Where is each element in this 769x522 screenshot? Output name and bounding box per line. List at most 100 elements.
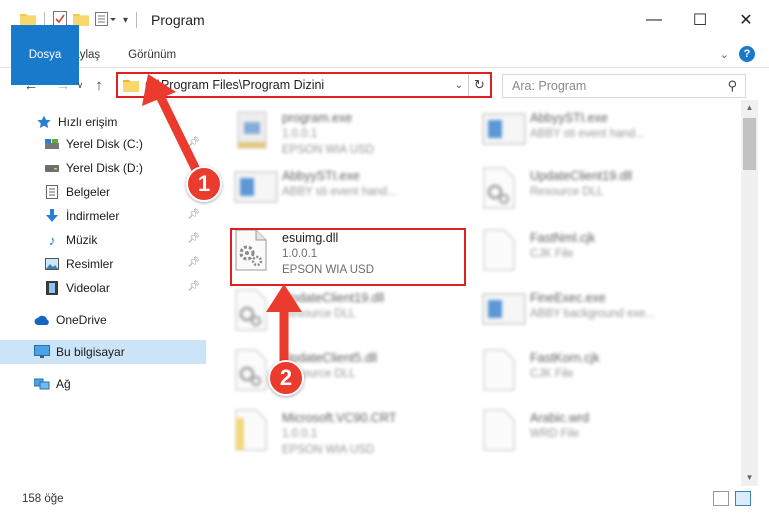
- sidebar-item-videos[interactable]: Videolar 📌︎: [0, 276, 206, 300]
- file-item[interactable]: UpdateClient5.dll Resource DLL: [212, 342, 452, 402]
- sidebar-item-quick-access[interactable]: Hızlı erişim: [0, 110, 206, 134]
- document-icon: [482, 408, 522, 456]
- sidebar-item-network[interactable]: Ağ: [0, 372, 206, 396]
- sidebar-item-label: Yerel Disk (D:): [66, 161, 143, 175]
- file-version: 1.0.0.1: [282, 128, 318, 140]
- file-description: WRD File: [530, 428, 580, 440]
- file-name: Microsoft.VC90.CRT: [282, 411, 397, 425]
- navigation-pane: Hızlı erişim Yerel Disk (C:) 📌︎ Yerel Di…: [0, 108, 206, 488]
- arrow-up-icon: ↑: [95, 76, 103, 94]
- file-name: Arabic.wrd: [530, 411, 590, 425]
- sidebar-item-disk-c[interactable]: Yerel Disk (C:) 📌︎: [0, 132, 206, 156]
- file-item[interactable]: FineExec.exe ABBY background exe...: [460, 282, 700, 342]
- file-name: FineExec.exe: [530, 291, 606, 305]
- file-description: Resource DLL: [282, 308, 356, 320]
- star-icon: [36, 114, 52, 130]
- address-path[interactable]: C:\Program Files\Program Dizini: [145, 78, 450, 92]
- file-item[interactable]: UpdateClient19.dll Resource DLL: [460, 160, 700, 220]
- video-icon: [44, 280, 60, 296]
- vertical-scrollbar[interactable]: ▲ ▼: [741, 100, 758, 486]
- sidebar-item-pictures[interactable]: Resimler 📌︎: [0, 252, 206, 276]
- sidebar-item-this-pc[interactable]: Bu bilgisayar: [0, 340, 206, 364]
- file-item[interactable]: FastNml.cjk CJK File: [460, 222, 700, 282]
- pin-icon: 📌︎: [187, 137, 200, 148]
- sidebar-item-disk-d[interactable]: Yerel Disk (D:): [0, 156, 206, 180]
- tiles-view-icon[interactable]: [735, 491, 751, 506]
- file-list: program.exe 1.0.0.1 EPSON WIA USD AbbyyS…: [212, 100, 742, 486]
- view-switcher: [713, 491, 751, 506]
- dll-icon: [482, 166, 522, 214]
- navigation-bar: ← → ∨ ↑ C:\Program Files\Program Dizini …: [0, 70, 769, 100]
- file-name: UpdateClient19.dll: [530, 169, 633, 183]
- details-view-icon[interactable]: [713, 491, 729, 506]
- file-item[interactable]: Arabic.wrd WRD File: [460, 402, 700, 462]
- search-input[interactable]: Ara: Program ⚲: [502, 74, 746, 98]
- callout-badge-1: 1: [186, 166, 222, 202]
- file-description: ABBY sti event hand...: [530, 128, 645, 140]
- arrow-right-icon: →: [55, 76, 71, 94]
- file-version: 1.0.0.1: [282, 428, 318, 440]
- drive-icon: [44, 160, 60, 176]
- cloud-icon: [34, 312, 50, 328]
- file-description: ABBY background exe...: [530, 308, 656, 320]
- file-company: EPSON WIA USD: [282, 444, 375, 456]
- tab-view[interactable]: Görünüm: [112, 42, 188, 68]
- sidebar-item-onedrive[interactable]: OneDrive: [0, 308, 206, 332]
- file-name: AbbyySTI.exe: [282, 169, 360, 183]
- chevron-down-icon: ∨: [76, 79, 84, 90]
- recent-locations-button[interactable]: ∨: [74, 72, 86, 98]
- file-item[interactable]: program.exe 1.0.0.1 EPSON WIA USD: [212, 102, 452, 162]
- expand-ribbon-icon[interactable]: ⌄: [720, 48, 729, 61]
- file-description: Resource DLL: [530, 186, 604, 198]
- item-count: 158 öğe: [22, 493, 64, 505]
- file-item[interactable]: UpdateClient19.dll Resource DLL: [212, 282, 452, 342]
- search-icon: ⚲: [727, 78, 737, 93]
- network-icon: [34, 376, 50, 392]
- pin-icon: 📌︎: [187, 233, 200, 244]
- up-button[interactable]: ↑: [88, 72, 110, 98]
- status-bar: 158 öğe: [0, 488, 769, 510]
- scroll-thumb[interactable]: [743, 118, 756, 170]
- ribbon-tabs: Dosya Giriş Paylaş Görünüm ⌄ ?: [0, 24, 769, 85]
- dll-icon: [234, 288, 274, 336]
- sidebar-item-label: Bu bilgisayar: [56, 345, 125, 359]
- title-bar: ▾ Program — ☐ ✕: [0, 0, 769, 40]
- help-button[interactable]: ?: [739, 46, 755, 62]
- folder-icon: [123, 78, 139, 92]
- file-description: CJK File: [530, 248, 574, 260]
- maximize-button[interactable]: ☐: [677, 0, 723, 40]
- documents-icon: [44, 184, 60, 200]
- sidebar-item-music[interactable]: ♪ Müzik 📌︎: [0, 228, 206, 252]
- computer-icon: [34, 344, 50, 360]
- sidebar-item-label: Ağ: [56, 377, 71, 391]
- sidebar-item-label: OneDrive: [56, 313, 107, 327]
- file-item[interactable]: FastKorn.cjk CJK File: [460, 342, 700, 402]
- document-icon: [482, 228, 522, 276]
- file-item[interactable]: AbbyySTI.exe ABBY sti event hand...: [212, 160, 452, 220]
- pin-icon: 📌︎: [187, 257, 200, 268]
- sidebar-item-label: İndirmeler: [66, 209, 120, 223]
- customize-toolbar-icon[interactable]: [95, 11, 117, 29]
- address-bar[interactable]: C:\Program Files\Program Dizini ⌄ ↻: [116, 72, 492, 98]
- forward-button[interactable]: →: [52, 72, 74, 98]
- sidebar-item-label: Müzik: [66, 233, 98, 247]
- file-name: UpdateClient19.dll: [282, 291, 385, 305]
- pictures-icon: [44, 256, 60, 272]
- file-item[interactable]: Microsoft.VC90.CRT 1.0.0.1 EPSON WIA USD: [212, 402, 452, 462]
- sidebar-item-downloads[interactable]: İndirmeler 📌︎: [0, 204, 206, 228]
- refresh-icon: ↻: [474, 77, 485, 92]
- back-button[interactable]: ←: [20, 72, 42, 98]
- close-button[interactable]: ✕: [723, 0, 769, 40]
- scroll-down-icon[interactable]: ▼: [741, 470, 758, 486]
- arrow-left-icon: ←: [23, 76, 39, 94]
- file-description: CJK File: [530, 368, 574, 380]
- scroll-up-icon[interactable]: ▲: [741, 100, 758, 116]
- chevron-down-icon[interactable]: ▾: [123, 15, 128, 26]
- minimize-button[interactable]: —: [631, 0, 677, 40]
- chevron-down-icon[interactable]: ⌄: [450, 80, 468, 91]
- document-icon: [482, 348, 522, 396]
- file-item[interactable]: AbbyySTI.exe ABBY sti event hand...: [460, 102, 700, 162]
- sidebar-item-documents[interactable]: Belgeler 📌︎: [0, 180, 206, 204]
- refresh-button[interactable]: ↻: [468, 74, 490, 96]
- callout-badge-2: 2: [268, 360, 304, 396]
